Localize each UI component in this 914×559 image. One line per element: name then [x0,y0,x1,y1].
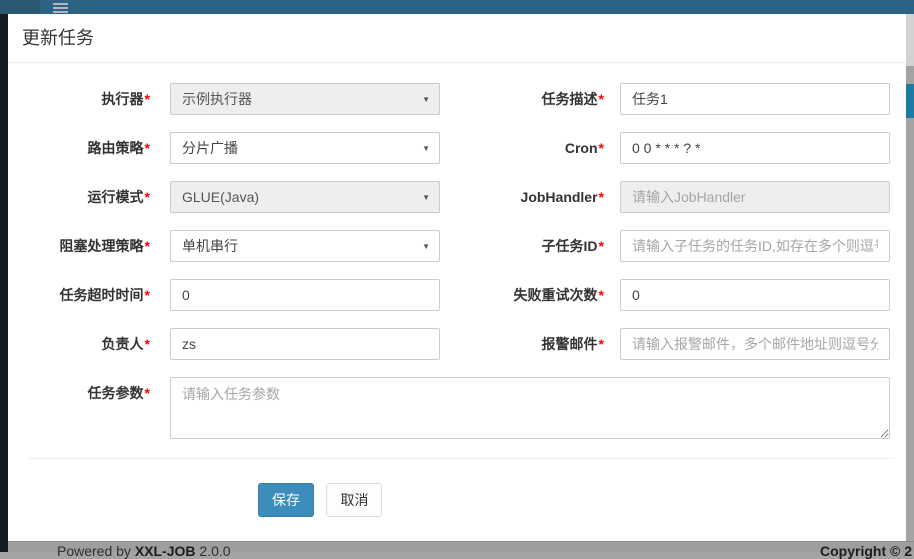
navbar-logo-area [0,0,40,14]
timeout-label: 任务超时时间* [20,279,150,311]
executor-label: 执行器* [20,83,150,115]
form-row: 运行模式* GLUE(Java)▼ JobHandler* [20,181,906,213]
child-jobid-input[interactable] [620,230,890,262]
form-row: 阻塞处理策略* 单机串行▼ 子任务ID* [20,230,906,262]
form-row: 执行器* 示例执行器▼ 任务描述* [20,83,906,115]
form-divider [28,458,894,459]
fail-retry-label: 失败重试次数* [440,279,604,311]
required-asterisk: * [145,385,150,401]
fail-retry-input[interactable] [620,279,890,311]
cron-label: Cron* [440,132,604,164]
alarm-email-label: 报警邮件* [440,328,604,360]
executor-select: 示例执行器▼ [170,83,440,115]
required-asterisk: * [599,189,604,205]
child-jobid-label: 子任务ID* [440,230,604,262]
cancel-button[interactable]: 取消 [326,483,382,517]
update-task-form: 执行器* 示例执行器▼ 任务描述* 路由策略* 分片广播▼ Cron* 运行模式… [8,63,906,517]
footer-powered-text: Powered by XXL-JOB 2.0.0 [57,543,231,559]
block-strategy-label: 阻塞处理策略* [20,230,150,262]
author-input[interactable] [170,328,440,360]
footer-copyright-text: Copyright © 2 [820,543,912,559]
author-label: 负责人* [20,328,150,360]
chevron-down-icon: ▼ [422,134,430,164]
cron-input[interactable] [620,132,890,164]
button-row: 保存 取消 [258,483,906,517]
footer-brand: XXL-JOB [135,543,196,559]
required-asterisk: * [145,238,150,254]
job-desc-label: 任务描述* [440,83,604,115]
save-button[interactable]: 保存 [258,483,314,517]
chevron-down-icon: ▼ [422,232,430,262]
chevron-down-icon: ▼ [422,85,430,115]
glue-type-label: 运行模式* [20,181,150,213]
job-desc-input[interactable] [620,83,890,115]
route-strategy-label: 路由策略* [20,132,150,164]
required-asterisk: * [145,287,150,303]
required-asterisk: * [599,238,604,254]
alarm-email-input[interactable] [620,328,890,360]
block-strategy-select[interactable]: 单机串行▼ [170,230,440,262]
route-strategy-select[interactable]: 分片广播▼ [170,132,440,164]
update-task-modal: 更新任务 执行器* 示例执行器▼ 任务描述* 路由策略* 分片广播▼ Cron*… [8,14,906,541]
top-navbar [0,0,914,14]
job-param-textarea[interactable] [170,377,890,439]
form-row: 路由策略* 分片广播▼ Cron* [20,132,906,164]
modal-title: 更新任务 [8,14,906,63]
timeout-input[interactable] [170,279,440,311]
job-handler-label: JobHandler* [440,181,604,213]
form-row: 负责人* 报警邮件* [20,328,906,360]
chevron-down-icon: ▼ [422,183,430,213]
required-asterisk: * [599,140,604,156]
glue-type-select: GLUE(Java)▼ [170,181,440,213]
job-param-label: 任务参数* [20,377,150,409]
required-asterisk: * [145,189,150,205]
required-asterisk: * [145,91,150,107]
form-row: 任务超时时间* 失败重试次数* [20,279,906,311]
page-footer: Powered by XXL-JOB 2.0.0 Copyright © 2 [8,541,914,552]
required-asterisk: * [599,91,604,107]
required-asterisk: * [599,287,604,303]
form-row: 任务参数* [20,377,906,439]
job-handler-input [620,181,890,213]
required-asterisk: * [599,336,604,352]
required-asterisk: * [145,336,150,352]
sidebar-strip [0,14,8,552]
required-asterisk: * [145,140,150,156]
modal-backdrop-light [906,14,914,66]
